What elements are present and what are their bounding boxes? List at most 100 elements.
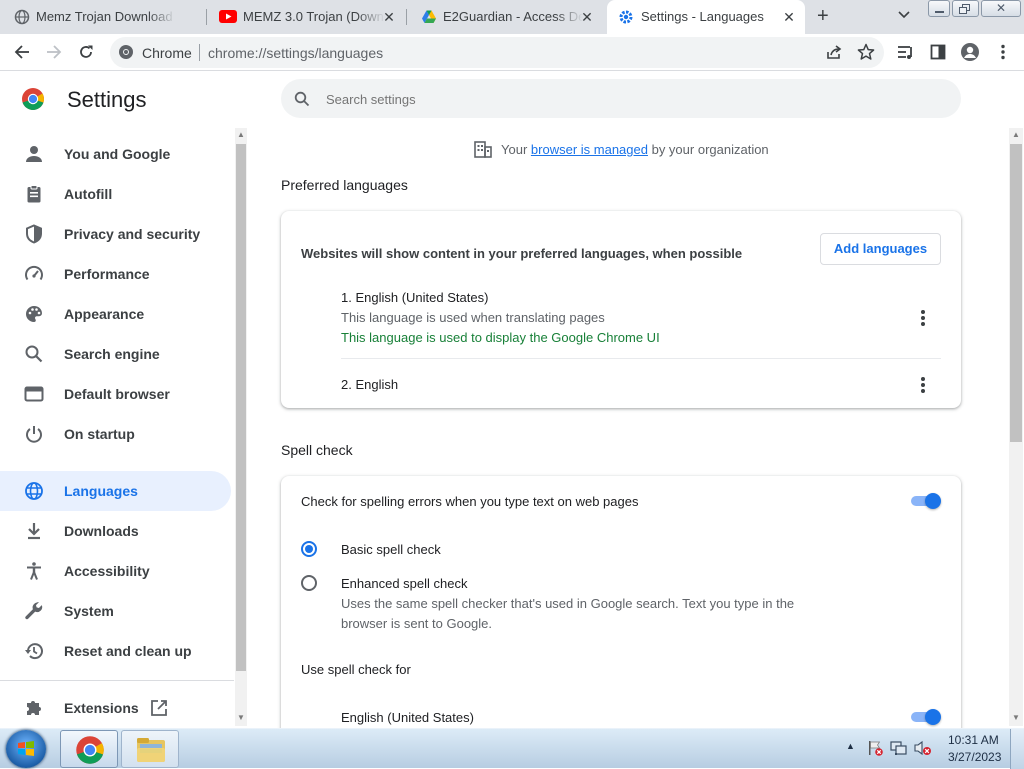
sidebar-item-performance[interactable]: Performance xyxy=(0,254,231,294)
language-item-name: 1. English (United States) xyxy=(341,290,489,305)
managed-prefix: Your xyxy=(501,142,528,157)
tab-search-chevron-icon[interactable] xyxy=(898,10,910,20)
enhanced-spell-check-description: browser is sent to Google. xyxy=(341,616,493,631)
tab-title: Settings - Languages xyxy=(641,9,764,24)
search-input[interactable] xyxy=(326,89,926,109)
share-icon[interactable] xyxy=(825,44,843,60)
spell-check-language-toggle[interactable] xyxy=(909,709,941,725)
sidebar-item-downloads[interactable]: Downloads xyxy=(0,511,231,551)
bookmark-star-icon[interactable] xyxy=(857,43,875,61)
person-icon xyxy=(24,144,44,164)
google-drive-icon xyxy=(421,9,437,25)
url-text[interactable]: chrome://settings/languages xyxy=(208,45,383,61)
sidebar-item-languages[interactable]: Languages xyxy=(0,471,231,511)
window-controls: ✕ xyxy=(928,0,1021,17)
scrollbar-thumb[interactable] xyxy=(1010,144,1022,442)
action-center-flag-icon[interactable] xyxy=(867,740,883,756)
chrome-site-icon xyxy=(118,44,134,60)
restore-button[interactable] xyxy=(952,0,979,17)
basic-spell-check-radio[interactable] xyxy=(301,541,317,557)
reload-icon[interactable] xyxy=(73,39,99,65)
tab-e2guardian[interactable]: E2Guardian - Access Deni ✕ xyxy=(407,0,605,34)
taskbar-explorer-button[interactable] xyxy=(121,730,179,768)
profile-avatar-icon[interactable] xyxy=(957,39,983,65)
tab-title: Memz Trojan Download L xyxy=(36,9,176,24)
sidebar-scrollbar[interactable]: ▲ ▼ xyxy=(235,128,247,726)
search-settings-field[interactable] xyxy=(281,79,961,118)
taskbar-chrome-button[interactable] xyxy=(60,730,118,768)
volume-muted-icon[interactable] xyxy=(914,740,932,756)
spell-check-toggle-label: Check for spelling errors when you type … xyxy=(301,494,639,509)
search-icon xyxy=(24,344,44,364)
minimize-button[interactable] xyxy=(928,0,950,17)
tab-memz-download[interactable]: Memz Trojan Download L xyxy=(0,0,207,34)
page-scrollbar[interactable]: ▲ ▼ xyxy=(1009,128,1023,726)
show-hidden-icons-chevron-icon[interactable]: ▲ xyxy=(846,741,855,751)
close-icon[interactable]: ✕ xyxy=(381,9,397,25)
sidebar-item-accessibility[interactable]: Accessibility xyxy=(0,551,231,591)
sidebar-item-autofill[interactable]: Autofill xyxy=(0,174,231,214)
show-desktop-button[interactable] xyxy=(1010,729,1024,769)
taskbar-clock-time[interactable]: 10:31 AM xyxy=(948,733,999,747)
new-tab-button[interactable]: + xyxy=(817,6,829,26)
settings-gear-icon xyxy=(618,9,634,25)
enhanced-spell-check-radio[interactable] xyxy=(301,575,317,591)
site-label: Chrome xyxy=(142,45,192,61)
sidebar-item-system[interactable]: System xyxy=(0,591,231,631)
add-languages-button[interactable]: Add languages xyxy=(820,233,941,265)
globe-icon xyxy=(14,9,30,25)
tab-memz-youtube[interactable]: MEMZ 3.0 Trojan (Downlo ✕ xyxy=(207,0,407,34)
preferred-languages-heading: Preferred languages xyxy=(281,177,408,193)
sidebar-item-label: Languages xyxy=(64,483,138,499)
close-icon[interactable]: ✕ xyxy=(781,9,797,25)
chrome-logo-icon xyxy=(21,87,45,111)
tab-settings-languages[interactable]: Settings - Languages ✕ xyxy=(607,0,805,34)
sidebar-item-on-startup[interactable]: On startup xyxy=(0,414,231,454)
language-more-actions-icon[interactable] xyxy=(921,310,925,326)
scroll-down-arrow-icon[interactable]: ▼ xyxy=(1012,713,1020,722)
close-icon[interactable]: ✕ xyxy=(579,9,595,25)
sidebar-item-label: Downloads xyxy=(64,523,139,539)
download-icon xyxy=(24,521,44,541)
network-icon[interactable] xyxy=(890,740,908,756)
spell-check-toggle[interactable] xyxy=(909,493,941,509)
menu-kebab-icon[interactable] xyxy=(990,39,1016,65)
sidebar-item-search-engine[interactable]: Search engine xyxy=(0,334,231,374)
start-button[interactable] xyxy=(6,730,46,768)
browser-toolbar: Chrome chrome://settings/languages xyxy=(0,34,1024,71)
sidebar-item-label: Appearance xyxy=(64,306,145,322)
window-close-button[interactable]: ✕ xyxy=(981,0,1021,17)
sidebar-item-you-and-google[interactable]: You and Google xyxy=(0,134,231,174)
sidebar-divider xyxy=(0,680,234,681)
globe-icon xyxy=(24,481,44,501)
youtube-icon xyxy=(219,10,237,23)
forward-arrow-icon[interactable] xyxy=(41,39,67,65)
windows-taskbar: ▲ 10:31 AM 3/27/2023 xyxy=(0,728,1024,769)
tab-title: E2Guardian - Access Deni xyxy=(443,9,583,24)
sidebar-item-privacy[interactable]: Privacy and security xyxy=(0,214,231,254)
sidebar-item-appearance[interactable]: Appearance xyxy=(0,294,231,334)
sidebar-item-default-browser[interactable]: Default browser xyxy=(0,374,231,414)
sidebar-item-reset[interactable]: Reset and clean up xyxy=(0,631,231,671)
back-arrow-icon[interactable] xyxy=(9,39,35,65)
accessibility-icon xyxy=(24,561,44,581)
language-more-actions-icon[interactable] xyxy=(921,377,925,393)
tab-title: MEMZ 3.0 Trojan (Downlo xyxy=(243,9,385,24)
browser-managed-link[interactable]: browser is managed xyxy=(531,142,648,157)
browser-window-icon xyxy=(24,384,44,404)
taskbar-clock-date[interactable]: 3/27/2023 xyxy=(948,750,1001,764)
sidebar-item-extensions[interactable]: Extensions xyxy=(0,688,231,728)
scroll-up-arrow-icon[interactable]: ▲ xyxy=(237,130,245,139)
side-panel-icon[interactable] xyxy=(925,39,951,65)
use-spell-check-for-label: Use spell check for xyxy=(301,662,411,677)
omnibox[interactable]: Chrome chrome://settings/languages xyxy=(110,37,884,68)
reading-list-icon[interactable] xyxy=(893,39,919,65)
managed-suffix: by your organization xyxy=(651,142,769,157)
scrollbar-thumb[interactable] xyxy=(236,144,246,671)
speedometer-icon xyxy=(24,264,44,284)
scroll-down-arrow-icon[interactable]: ▼ xyxy=(237,713,245,722)
scroll-up-arrow-icon[interactable]: ▲ xyxy=(1012,130,1020,139)
omnibox-divider xyxy=(199,44,200,61)
wrench-icon xyxy=(24,601,44,621)
language-divider xyxy=(341,358,941,359)
